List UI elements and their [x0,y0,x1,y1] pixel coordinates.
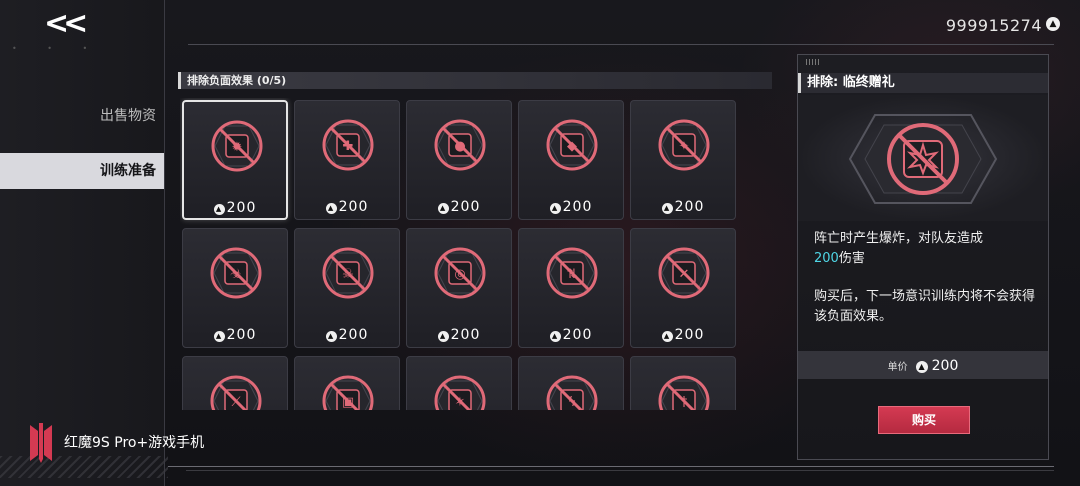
coin-icon: ▲ [661,203,673,214]
effect-card[interactable]: ⟋▲200 [182,356,288,410]
card-price: ▲ 200 [295,327,399,343]
buy-button[interactable]: 购买 [878,406,970,434]
coin-icon: ▲ [213,331,225,342]
effect-card[interactable]: ⇅ ▲200 [518,228,624,348]
coin-icon: ▲ [325,203,337,214]
fire-icon: ✶ [430,371,490,410]
effect-card[interactable]: ✕ ▲200 [630,228,736,348]
shock-icon: ϟ [542,371,602,410]
effect-card[interactable]: ✶▲200 [406,356,512,410]
effect-card[interactable]: ● ▲200 [406,100,512,220]
detail-title: 排除: 临终赠礼 [798,73,1048,93]
explosion-icon [848,114,998,204]
sidebar-item-sell[interactable]: 出售物资 [0,98,164,134]
coin-icon: ▲ [549,331,561,342]
effect-card[interactable]: ▣▲200 [294,356,400,410]
effect-card[interactable]: ✦ ▲200 [630,100,736,220]
explosion-icon: ✹ [207,116,267,176]
effect-card[interactable]: ✚ ▲200 [294,100,400,220]
card-price: ▲ 200 [519,199,623,215]
blade-icon: ⟋ [206,371,266,410]
effect-card[interactable]: ✹ ▲200 [182,100,288,220]
drain-icon: ⇅ [542,243,602,303]
brand-watermark: 红魔9S Pro+游戏手机 [26,420,204,464]
currency-amount: 999915274 [945,16,1042,35]
card-price: ▲ 200 [519,327,623,343]
card-price: ▲ 200 [407,199,511,215]
detail-description: 阵亡时产生爆炸，对队友造成 200伤害 [814,231,984,266]
effect-card[interactable]: ☠ ▲200 [294,228,400,348]
effect-card[interactable]: ϟ▲200 [518,356,624,410]
poison-icon: ☣ [206,243,266,303]
coin-icon: ▲ [437,203,449,214]
skull-icon: ☠ [318,243,378,303]
detail-note: 购买后，下一场意识训练内将不会获得该负面效果。 [814,289,1036,324]
sword-icon: † [654,371,714,410]
sidebar-decor: • • • [12,44,102,53]
effect-card[interactable]: †▲200 [630,356,736,410]
divider-bottom [168,466,1054,467]
card-price: ▲ 200 [183,327,287,343]
divider-bottom-2 [186,470,1054,471]
slow-icon: ✕ [654,243,714,303]
detail-hero [798,95,1048,221]
coin-icon: ▲ [661,331,673,342]
trap-icon: ▣ [318,371,378,410]
sidebar: << • • • 出售物资 训练准备 [0,0,168,486]
mask-icon: ◎ [430,243,490,303]
effect-card[interactable]: ◎ ▲200 [406,228,512,348]
card-price: ▲ 200 [631,199,735,215]
bomb-icon: ● [430,115,490,175]
coin-icon: ▲ [437,331,449,342]
effect-card[interactable]: ◆ ▲200 [518,100,624,220]
crack-icon: ✦ [654,115,714,175]
back-button[interactable]: << [44,8,88,40]
coin-icon: ▲ [1046,17,1060,31]
section-title: 排除负面效果 (0/5) [178,72,772,89]
broken-heal-icon: ✚ [318,115,378,175]
effect-grid: ✹ ▲200 ✚ ▲200 ● ▲200 ◆ ▲200 ✦ ▲200 ☣ ▲200 ☠ ▲200 ◎ ▲200… [180,98,740,410]
unit-price-row: 单价 ▲ 200 [798,351,1048,379]
card-price: ▲ 200 [184,200,286,216]
redmagic-logo [30,423,52,463]
card-price: ▲ 200 [631,327,735,343]
card-price: ▲ 200 [295,199,399,215]
effect-card[interactable]: ☣ ▲200 [182,228,288,348]
shield-drop-icon: ◆ [542,115,602,175]
back-chevrons-icon[interactable]: << [44,6,88,41]
coin-icon: ▲ [549,203,561,214]
coin-icon: ▲ [213,204,225,215]
coin-icon: ▲ [915,361,928,373]
detail-panel: 排除: 临终赠礼 阵亡时产生爆炸，对队友造成 200伤害 购买后，下一场意识训练… [797,54,1049,460]
panel-grip-icon [806,59,820,65]
sidebar-item-training[interactable]: 训练准备 [0,153,164,189]
card-price: ▲ 200 [407,327,511,343]
coin-icon: ▲ [325,331,337,342]
divider-top [188,44,1054,45]
